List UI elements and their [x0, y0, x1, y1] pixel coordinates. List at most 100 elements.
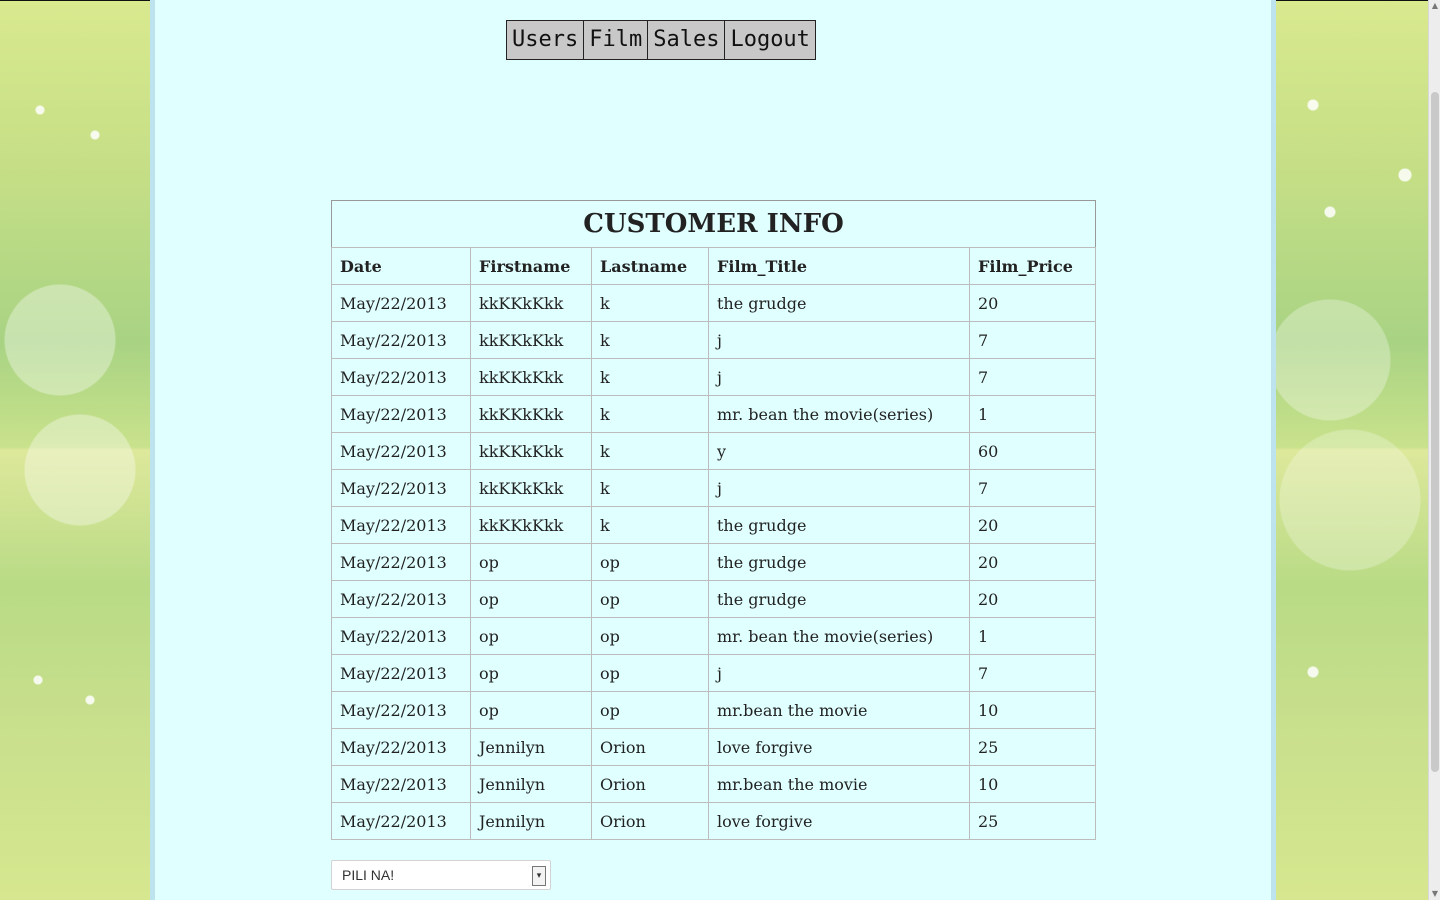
date-cell: May/22/2013: [331, 728, 471, 766]
vertical-scrollbar[interactable]: ▲ ▼: [1428, 0, 1440, 900]
lastname-cell: k: [591, 284, 709, 322]
table-row: May/22/2013 Jennilyn Orion love forgive 25: [331, 802, 1096, 840]
firstname-cell: kkKKkKkk: [470, 321, 592, 359]
nav-users-button[interactable]: Users: [506, 20, 585, 60]
firstname-cell: op: [470, 691, 592, 729]
date-cell: May/22/2013: [331, 321, 471, 359]
table-row: May/22/2013 op op the grudge 20: [331, 580, 1096, 618]
table-row: May/22/2013 kkKKkKkk k j 7: [331, 321, 1096, 359]
film-title-cell: the grudge: [708, 506, 970, 544]
table-title: CUSTOMER INFO: [331, 200, 1096, 248]
table-row: May/22/2013 op op mr. bean the movie(series…: [331, 617, 1096, 655]
film-title-cell: mr. bean the movie(series): [708, 395, 970, 433]
film-title-cell: love forgive: [708, 802, 970, 840]
film-price-cell: 20: [969, 284, 1096, 322]
film-title-cell: j: [708, 654, 970, 692]
date-cell: May/22/2013: [331, 395, 471, 433]
table-row: May/22/2013 Jennilyn Orion love forgive 25: [331, 728, 1096, 766]
firstname-cell: kkKKkKkk: [470, 506, 592, 544]
film-title-cell: mr.bean the movie: [708, 691, 970, 729]
film-price-cell: 7: [969, 321, 1096, 359]
film-title-cell: the grudge: [708, 543, 970, 581]
table-body: May/22/2013 kkKKkKkk k the grudge 20 May/22/2…: [331, 284, 1096, 840]
lastname-cell: Orion: [591, 765, 709, 803]
firstname-cell: op: [470, 654, 592, 692]
scrollbar-thumb[interactable]: [1431, 92, 1439, 772]
table-row: May/22/2013 op op j 7: [331, 654, 1096, 692]
film-price-cell: 60: [969, 432, 1096, 470]
lastname-cell: Orion: [591, 728, 709, 766]
film-price-cell: 7: [969, 358, 1096, 396]
firstname-cell: Jennilyn: [470, 802, 592, 840]
customer-info-table: CUSTOMER INFO Date Firstname Lastname Fi…: [331, 200, 1096, 840]
lastname-cell: Orion: [591, 802, 709, 840]
customer-info-table-wrapper: CUSTOMER INFO Date Firstname Lastname Fi…: [331, 200, 1096, 840]
date-cell: May/22/2013: [331, 358, 471, 396]
lastname-cell: k: [591, 506, 709, 544]
date-cell: May/22/2013: [331, 543, 471, 581]
table-row: May/22/2013 kkKKkKkk k the grudge 20: [331, 506, 1096, 544]
firstname-cell: Jennilyn: [470, 728, 592, 766]
column-header-firstname: Firstname: [470, 247, 592, 285]
lastname-cell: k: [591, 358, 709, 396]
firstname-cell: op: [470, 543, 592, 581]
film-price-cell: 25: [969, 728, 1096, 766]
nav-sales-button[interactable]: Sales: [648, 20, 726, 60]
film-price-cell: 7: [969, 469, 1096, 507]
lastname-cell: k: [591, 395, 709, 433]
film-price-cell: 10: [969, 765, 1096, 803]
film-price-cell: 10: [969, 691, 1096, 729]
column-header-film-price: Film_Price: [969, 247, 1096, 285]
firstname-cell: op: [470, 617, 592, 655]
date-cell: May/22/2013: [331, 580, 471, 618]
table-row: May/22/2013 kkKKkKkk k j 7: [331, 469, 1096, 507]
lastname-cell: k: [591, 469, 709, 507]
date-cell: May/22/2013: [331, 432, 471, 470]
firstname-cell: op: [470, 580, 592, 618]
date-cell: May/22/2013: [331, 617, 471, 655]
film-price-cell: 25: [969, 802, 1096, 840]
film-title-cell: j: [708, 321, 970, 359]
column-header-date: Date: [331, 247, 471, 285]
lastname-cell: k: [591, 321, 709, 359]
lastname-cell: op: [591, 691, 709, 729]
film-price-cell: 20: [969, 580, 1096, 618]
main-nav: Users Film Sales Logout: [506, 20, 816, 60]
dropdown-selected-value: PILI NA!: [342, 867, 395, 883]
table-row: May/22/2013 kkKKkKkk k y 60: [331, 432, 1096, 470]
film-title-cell: y: [708, 432, 970, 470]
table-row: May/22/2013 Jennilyn Orion mr.bean the movi…: [331, 765, 1096, 803]
nav-film-button[interactable]: Film: [584, 20, 649, 60]
film-title-cell: j: [708, 358, 970, 396]
table-row: May/22/2013 kkKKkKkk k mr. bean the movie(s…: [331, 395, 1096, 433]
nav-logout-button[interactable]: Logout: [725, 20, 816, 60]
firstname-cell: kkKKkKkk: [470, 284, 592, 322]
scroll-down-arrow-icon[interactable]: ▼: [1429, 888, 1440, 900]
film-title-cell: mr.bean the movie: [708, 765, 970, 803]
column-header-film-title: Film_Title: [708, 247, 970, 285]
date-cell: May/22/2013: [331, 506, 471, 544]
lastname-cell: op: [591, 543, 709, 581]
film-price-cell: 20: [969, 506, 1096, 544]
film-title-cell: love forgive: [708, 728, 970, 766]
table-row: May/22/2013 kkKKkKkk k j 7: [331, 358, 1096, 396]
table-header-row: Date Firstname Lastname Film_Title Film_…: [331, 247, 1096, 285]
film-title-cell: the grudge: [708, 284, 970, 322]
date-cell: May/22/2013: [331, 469, 471, 507]
film-price-cell: 1: [969, 617, 1096, 655]
pili-na-dropdown[interactable]: PILI NA! ▾: [331, 860, 551, 890]
table-row: May/22/2013 op op the grudge 20: [331, 543, 1096, 581]
firstname-cell: kkKKkKkk: [470, 432, 592, 470]
lastname-cell: op: [591, 617, 709, 655]
scroll-up-arrow-icon[interactable]: ▲: [1429, 0, 1440, 12]
film-title-cell: the grudge: [708, 580, 970, 618]
dropdown-arrow-icon: ▾: [532, 866, 546, 886]
date-cell: May/22/2013: [331, 691, 471, 729]
lastname-cell: op: [591, 580, 709, 618]
firstname-cell: kkKKkKkk: [470, 395, 592, 433]
lastname-cell: k: [591, 432, 709, 470]
date-cell: May/22/2013: [331, 765, 471, 803]
film-price-cell: 7: [969, 654, 1096, 692]
date-cell: May/22/2013: [331, 654, 471, 692]
firstname-cell: kkKKkKkk: [470, 358, 592, 396]
